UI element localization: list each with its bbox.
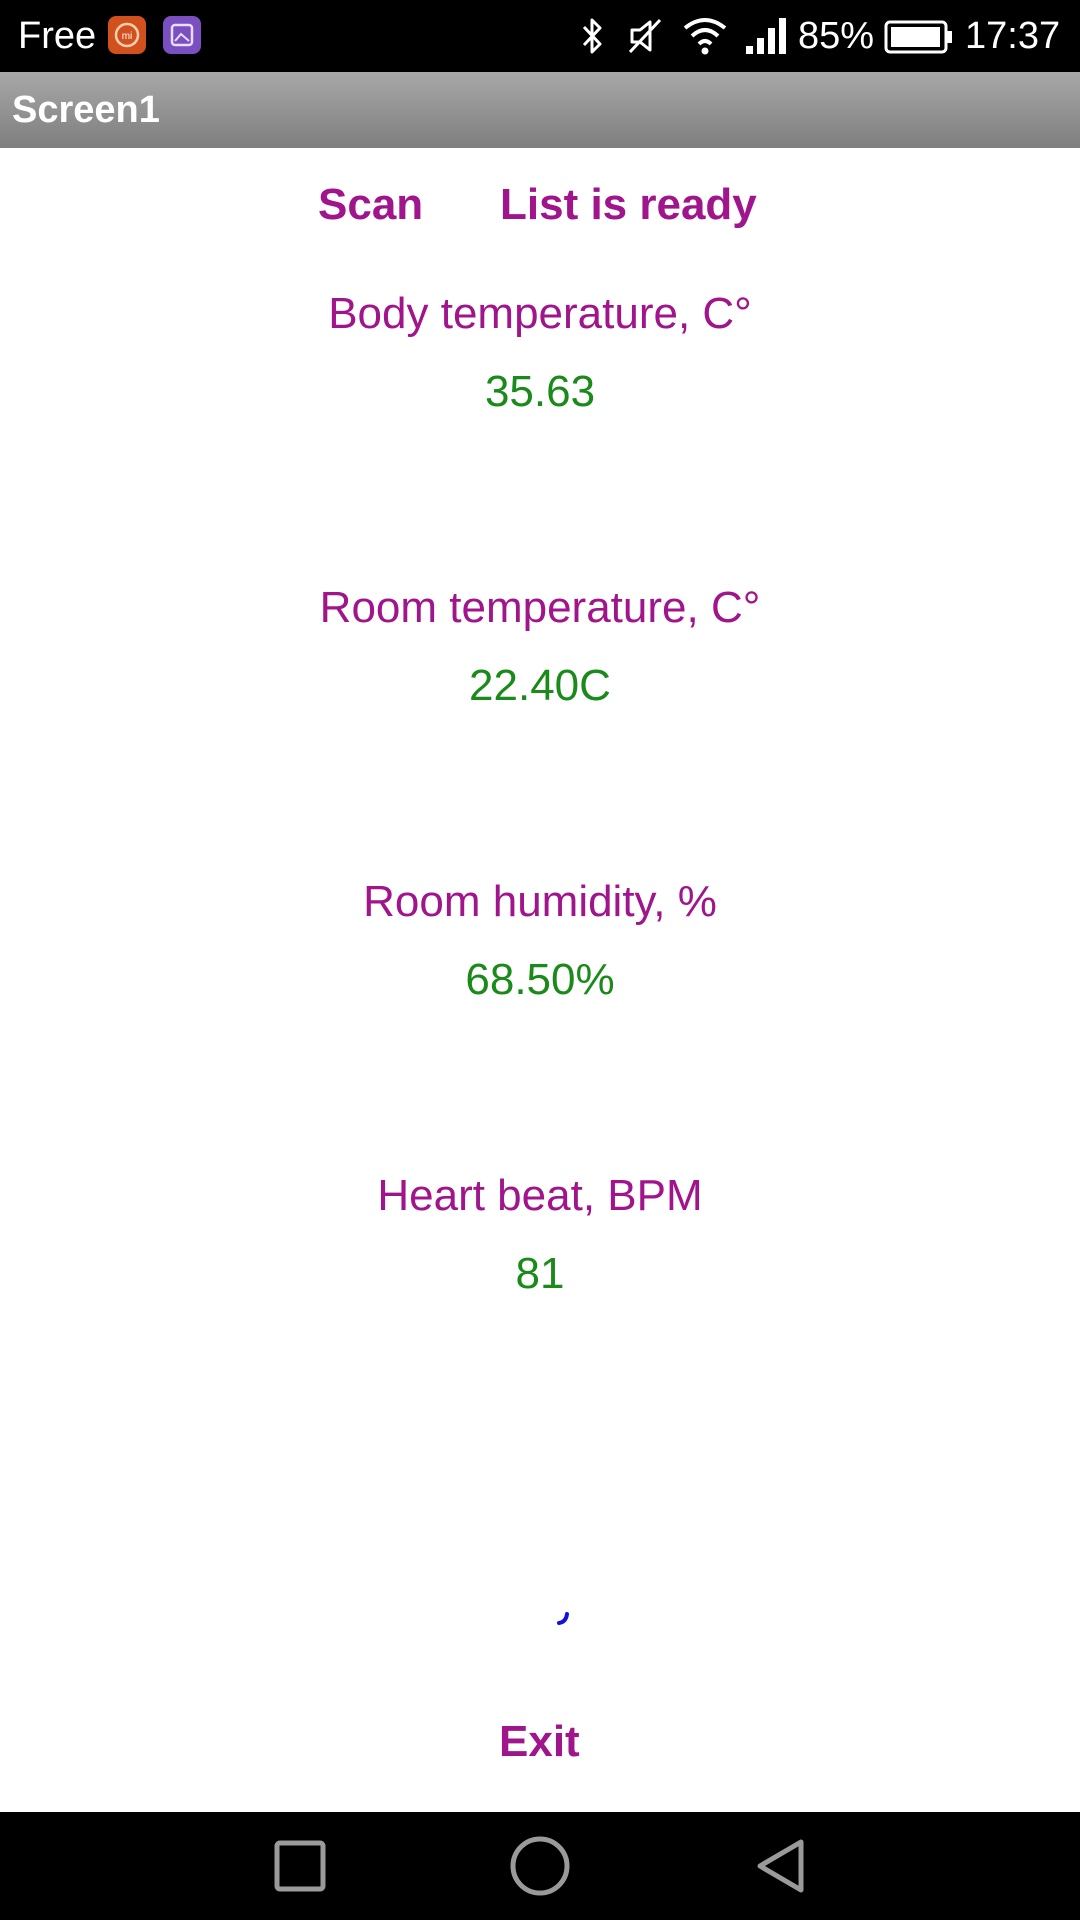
bluetooth-icon [578, 16, 608, 61]
back-triangle-icon[interactable] [710, 1812, 850, 1920]
heart-beat-value: 81 [515, 1249, 565, 1298]
battery-percent: 85% [798, 15, 875, 57]
mi-app-icon: mi [108, 16, 146, 54]
loading-indicator [556, 1612, 570, 1626]
heart-beat-label: Heart beat, BPM [377, 1171, 703, 1220]
home-circle-icon[interactable] [470, 1812, 610, 1920]
room-humidity-label: Room humidity, % [363, 877, 717, 926]
room-humidity-value: 68.50% [465, 955, 615, 1004]
list-ready-button[interactable]: List is ready [500, 179, 757, 231]
body-temperature-value: 35.63 [484, 367, 596, 416]
gallery-app-icon [163, 16, 201, 54]
screen-title: Screen1 [12, 89, 160, 131]
wifi-icon [682, 14, 728, 61]
carrier-name: Free [18, 15, 97, 57]
title-bar: Screen1 [0, 72, 1080, 148]
navigation-bar [0, 1812, 1080, 1920]
room-temperature-value: 22.40C [469, 661, 611, 710]
body-temperature-label: Body temperature, C° [328, 289, 752, 338]
clock-time: 17:37 [965, 15, 1061, 57]
svg-text:mi: mi [122, 31, 133, 42]
scan-button[interactable]: Scan [318, 179, 423, 231]
battery-icon [884, 20, 954, 59]
status-bar: Free mi 85% 17:37 [0, 0, 1080, 72]
recents-square-icon[interactable] [230, 1812, 370, 1920]
signal-icon [744, 14, 790, 61]
muted-icon [624, 16, 664, 61]
room-temperature-label: Room temperature, C° [319, 583, 761, 632]
exit-button[interactable]: Exit [499, 1716, 580, 1768]
